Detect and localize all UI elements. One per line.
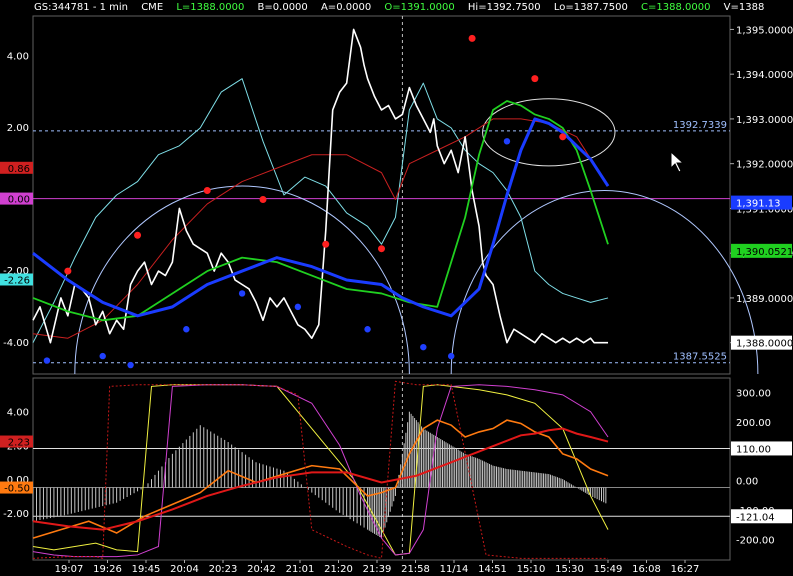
- level-line-label: 1392.7339: [673, 120, 727, 131]
- time-axis-label: 11/14: [440, 564, 469, 575]
- left-axis-label: 4.00: [7, 51, 29, 62]
- left-axis-label: -4.00: [3, 338, 29, 349]
- left-value-marker-label: 0.86: [8, 164, 30, 175]
- osc-line-red_signal: [32, 427, 609, 531]
- pivot-low-dot: [43, 357, 51, 364]
- osc-left-axis-label: 4.00: [7, 408, 29, 419]
- trading-chart[interactable]: 1,395.0000 1,394.0000 1,393.0000 1,392.0000…: [0, 0, 793, 576]
- pivot-low-dot: [420, 343, 427, 351]
- series-line-blue_ma: [32, 117, 610, 318]
- osc-line-yellow: [32, 384, 609, 556]
- osc-right-axis-label: 0.00: [736, 477, 758, 488]
- osc-left-axis-label: -2.00: [3, 509, 29, 520]
- time-axis-label: 16:08: [632, 564, 661, 575]
- osc-right-marker-label: -121.04: [736, 512, 775, 523]
- pivot-high-dot: [259, 195, 267, 203]
- current-ma-marker-label: 1,391.13: [736, 199, 781, 210]
- price-axis-label: 1,393.0000: [736, 115, 793, 126]
- pivot-low-dot: [99, 352, 106, 360]
- time-axis-label: 19:45: [132, 564, 161, 575]
- time-axis-label: 15:10: [517, 564, 546, 575]
- pivot-low-dot: [238, 290, 246, 297]
- pivot-high-dot: [559, 133, 567, 141]
- osc-right-axis-label: 300.00: [736, 389, 771, 400]
- highlight-ellipse: [482, 98, 616, 167]
- time-axis-label: 20:04: [170, 564, 199, 575]
- left-value-marker-label: 0.00: [8, 195, 30, 206]
- pivot-high-dot: [468, 34, 476, 42]
- time-axis-label: 21:01: [286, 564, 315, 575]
- time-axis-label: 20:42: [247, 564, 276, 575]
- time-axis-label: 21:58: [401, 564, 430, 575]
- pivot-high-dot: [134, 231, 142, 239]
- osc-right-marker-label: 110.00: [736, 444, 771, 455]
- left-value-marker-label: -2.26: [4, 275, 30, 286]
- time-axis-label: 19:07: [55, 564, 84, 575]
- osc-right-axis-label: 200.00: [736, 418, 771, 429]
- price-axis-label: 1,392.0000: [736, 160, 793, 171]
- time-axis-label: 14:51: [478, 564, 507, 575]
- pivot-low-dot: [294, 303, 302, 311]
- series-line-price: [32, 28, 609, 344]
- time-axis-label: 16:27: [671, 564, 700, 575]
- time-axis-label: 21:20: [324, 564, 353, 575]
- pivot-low-dot: [364, 326, 371, 333]
- pivot-high-dot: [378, 245, 385, 253]
- projection-arc: [74, 185, 410, 375]
- level-line-label: 1387.5525: [673, 352, 727, 363]
- pivot-low-dot: [448, 352, 455, 360]
- osc-right-axis-label: -200.00: [736, 535, 775, 546]
- osc-line-orange: [32, 419, 609, 539]
- price-panel-frame: [32, 15, 731, 375]
- mouse-cursor-icon: [670, 150, 685, 173]
- pivot-high-dot: [64, 267, 72, 275]
- time-axis-label: 15:49: [594, 564, 623, 575]
- pivot-high-dot: [322, 240, 330, 248]
- time-axis-label: 21:39: [363, 564, 392, 575]
- osc-left-marker-label: -0.50: [4, 484, 30, 495]
- osc-left-marker-label: 2.23: [8, 438, 30, 449]
- series-line-green_ma: [32, 100, 609, 322]
- time-axis-label: 20:23: [209, 564, 238, 575]
- pivot-low-dot: [127, 361, 134, 369]
- pivot-low-dot: [503, 138, 511, 145]
- time-axis-label: 19:26: [93, 564, 122, 575]
- pivot-low-dot: [183, 326, 190, 333]
- price-axis-label: 1,395.0000: [736, 25, 793, 36]
- pivot-high-dot: [203, 187, 211, 195]
- right-value-marker-label: 1,390.0521: [736, 247, 793, 258]
- left-axis-label: 2.00: [7, 123, 29, 134]
- pivot-high-dot: [531, 75, 539, 83]
- time-axis-label: 15:30: [555, 564, 584, 575]
- right-value-marker-label: 1,388.0000: [736, 339, 793, 350]
- projection-arc: [450, 190, 759, 375]
- price-axis-label: 1,394.0000: [736, 70, 793, 81]
